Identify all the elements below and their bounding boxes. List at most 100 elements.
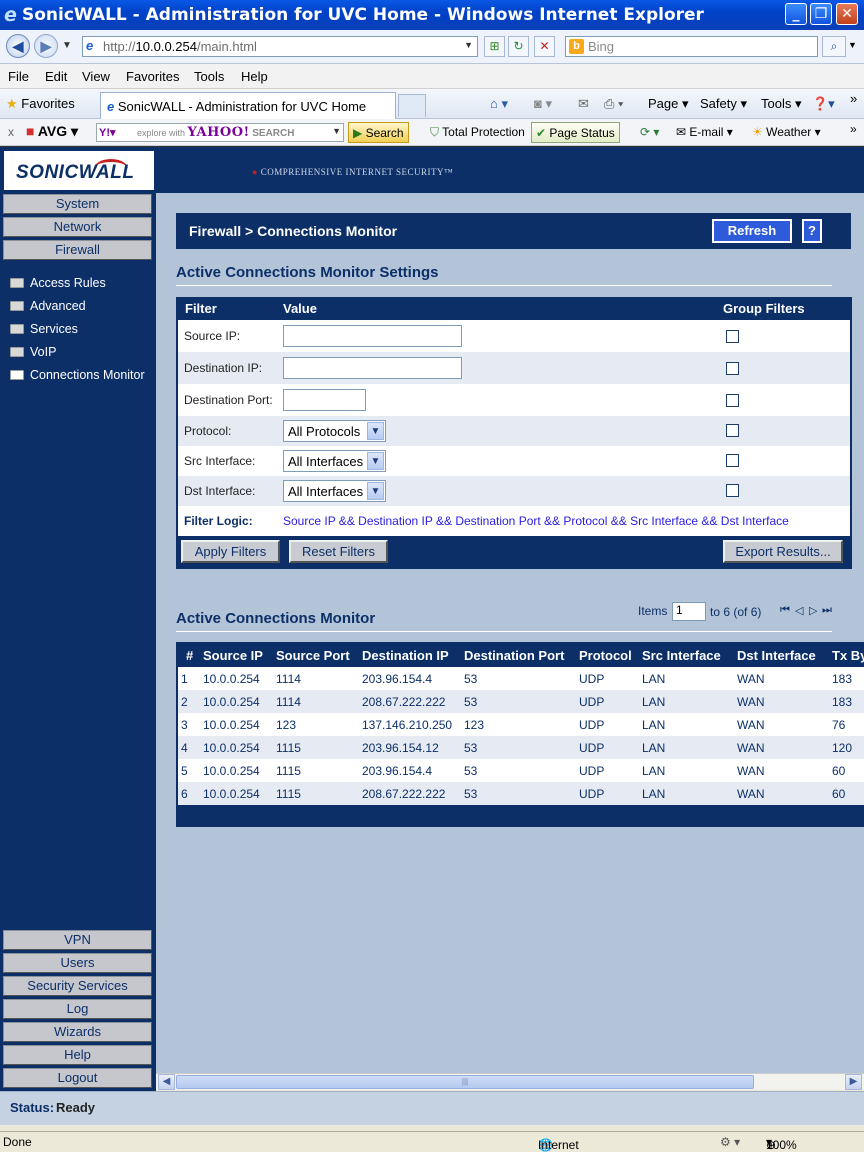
- sidebar-network[interactable]: Network: [3, 217, 152, 237]
- destination-ip-input[interactable]: [283, 357, 462, 379]
- first-page-icon[interactable]: ⏮: [780, 604, 790, 617]
- sidebar-item-access-rules[interactable]: Access Rules: [10, 276, 106, 290]
- sidebar-item-advanced[interactable]: Advanced: [10, 299, 86, 313]
- search-options-icon[interactable]: ▼: [848, 40, 857, 50]
- sidebar-item-voip[interactable]: VoIP: [10, 345, 56, 359]
- search-icon[interactable]: ⌕: [822, 36, 846, 57]
- protected-mode-icon[interactable]: ⚙ ▾: [720, 1135, 740, 1149]
- last-page-icon[interactable]: ⏭: [822, 604, 832, 617]
- print-icon[interactable]: ⎙ ▾: [604, 96, 623, 112]
- table-row[interactable]: 2 10.0.0.254 1114 208.67.222.222 53 UDP …: [178, 690, 864, 713]
- refresh-page-icon[interactable]: ↻: [508, 36, 529, 57]
- sidebar-help[interactable]: Help: [3, 1045, 152, 1065]
- home-icon[interactable]: ⌂ ▾: [490, 96, 508, 112]
- col-header-source-port[interactable]: Source Port: [276, 648, 350, 663]
- sidebar-firewall[interactable]: Firewall: [3, 240, 152, 260]
- col-header-tx-bytes[interactable]: Tx By: [832, 648, 864, 663]
- destination-port-input[interactable]: [283, 389, 366, 411]
- safety-menu[interactable]: Safety ▾: [700, 96, 747, 112]
- destination-ip-group-checkbox[interactable]: [726, 362, 739, 375]
- help-button[interactable]: ?: [802, 219, 822, 243]
- horizontal-scrollbar[interactable]: ◀ ||| ▶: [156, 1073, 864, 1090]
- export-results-button[interactable]: Export Results...: [723, 540, 843, 563]
- sidebar-item-services[interactable]: Services: [10, 322, 78, 336]
- sidebar-item-connections-monitor[interactable]: Connections Monitor: [10, 368, 145, 382]
- minimize-button[interactable]: _: [785, 3, 807, 25]
- col-header-src-interface[interactable]: Src Interface: [642, 648, 721, 663]
- refresh-button[interactable]: Refresh: [712, 219, 792, 243]
- compatibility-icon[interactable]: ⊞: [484, 36, 505, 57]
- search-input[interactable]: b Bing: [565, 36, 818, 57]
- menu-file[interactable]: File: [8, 69, 29, 84]
- sidebar-vpn[interactable]: VPN: [3, 930, 152, 950]
- favorites-button[interactable]: ★ Favorites: [6, 96, 75, 112]
- col-header-destination-ip[interactable]: Destination IP: [362, 648, 449, 663]
- dst-interface-select[interactable]: All Interfaces ▼: [283, 480, 386, 502]
- col-header-source-ip[interactable]: Source IP: [203, 648, 263, 663]
- src-interface-group-checkbox[interactable]: [726, 454, 739, 467]
- toolbar-close-icon[interactable]: x: [8, 125, 14, 139]
- avg-more-icon[interactable]: »: [850, 122, 857, 136]
- refresh-icon[interactable]: ⟳ ▾: [640, 125, 659, 139]
- address-input[interactable]: e http://10.0.0.254/main.html ▼: [82, 36, 478, 57]
- col-header-protocol[interactable]: Protocol: [579, 648, 632, 663]
- menu-favorites[interactable]: Favorites: [126, 69, 179, 84]
- read-mail-icon[interactable]: ✉: [578, 96, 589, 112]
- new-tab-button[interactable]: [398, 94, 426, 117]
- scroll-right-icon[interactable]: ▶: [845, 1074, 862, 1090]
- dst-interface-group-checkbox[interactable]: [726, 484, 739, 497]
- total-protection-button[interactable]: ⛉ Total Protection: [430, 125, 525, 140]
- maximize-button[interactable]: ❐: [810, 3, 832, 25]
- table-row[interactable]: 6 10.0.0.254 1115 208.67.222.222 53 UDP …: [178, 782, 864, 805]
- col-header-dst-interface[interactable]: Dst Interface: [737, 648, 816, 663]
- sidebar-system[interactable]: System: [3, 194, 152, 214]
- table-row[interactable]: 3 10.0.0.254 123 137.146.210.250 123 UDP…: [178, 713, 864, 736]
- page-menu[interactable]: Page ▾: [648, 96, 689, 112]
- col-header-index[interactable]: #: [186, 648, 193, 663]
- menu-view[interactable]: View: [82, 69, 110, 84]
- address-dropdown-icon[interactable]: ▼: [464, 40, 473, 50]
- reset-filters-button[interactable]: Reset Filters: [289, 540, 388, 563]
- apply-filters-button[interactable]: Apply Filters: [181, 540, 280, 563]
- menu-help[interactable]: Help: [241, 69, 268, 84]
- table-row[interactable]: 5 10.0.0.254 1115 203.96.154.4 53 UDP LA…: [178, 759, 864, 782]
- tools-menu[interactable]: Tools ▾: [761, 96, 802, 112]
- browser-tab[interactable]: e SonicWALL - Administration for UVC Hom…: [100, 92, 396, 119]
- avg-button[interactable]: ■ AVG ▾: [26, 123, 78, 140]
- feeds-icon[interactable]: ◙ ▾: [534, 96, 552, 112]
- back-icon[interactable]: ◀: [6, 34, 30, 58]
- zoom-control[interactable]: ⊕ 100% ▾: [766, 1135, 797, 1152]
- next-page-icon[interactable]: ▷: [809, 604, 817, 617]
- prev-page-icon[interactable]: ◁: [795, 604, 803, 617]
- stop-icon[interactable]: ✕: [534, 36, 555, 57]
- source-ip-group-checkbox[interactable]: [726, 330, 739, 343]
- forward-icon[interactable]: ▶: [34, 34, 58, 58]
- protocol-group-checkbox[interactable]: [726, 424, 739, 437]
- table-row[interactable]: 4 10.0.0.254 1115 203.96.154.12 53 UDP L…: [178, 736, 864, 759]
- weather-button[interactable]: ☀ Weather ▾: [752, 125, 821, 139]
- yahoo-search-input[interactable]: Y!▾ explore with YAHOO! SEARCH ▼: [96, 123, 344, 142]
- history-dropdown-icon[interactable]: ▼: [62, 40, 72, 51]
- source-ip-input[interactable]: [283, 325, 462, 347]
- sidebar-log[interactable]: Log: [3, 999, 152, 1019]
- chevron-right-icon[interactable]: »: [850, 91, 857, 106]
- search-button[interactable]: ▶ Search: [348, 122, 409, 143]
- sidebar-logout[interactable]: Logout: [3, 1068, 152, 1088]
- protocol-select[interactable]: All Protocols ▼: [283, 420, 386, 442]
- help-icon[interactable]: ❓▾: [812, 96, 835, 112]
- scroll-left-icon[interactable]: ◀: [158, 1074, 175, 1090]
- page-status-button[interactable]: ✔ Page Status: [531, 122, 620, 143]
- yahoo-dropdown-icon[interactable]: ▼: [332, 126, 341, 136]
- table-row[interactable]: 1 10.0.0.254 1114 203.96.154.4 53 UDP LA…: [178, 667, 864, 690]
- col-header-destination-port[interactable]: Destination Port: [464, 648, 564, 663]
- destination-port-group-checkbox[interactable]: [726, 394, 739, 407]
- menu-tools[interactable]: Tools: [194, 69, 224, 84]
- sidebar-security-services[interactable]: Security Services: [3, 976, 152, 996]
- scrollbar-thumb[interactable]: |||: [176, 1075, 754, 1089]
- items-start-input[interactable]: 1: [672, 602, 706, 621]
- sidebar-wizards[interactable]: Wizards: [3, 1022, 152, 1042]
- email-button[interactable]: ✉ E-mail ▾: [676, 125, 733, 139]
- close-button[interactable]: ✕: [836, 3, 858, 25]
- src-interface-select[interactable]: All Interfaces ▼: [283, 450, 386, 472]
- menu-edit[interactable]: Edit: [45, 69, 67, 84]
